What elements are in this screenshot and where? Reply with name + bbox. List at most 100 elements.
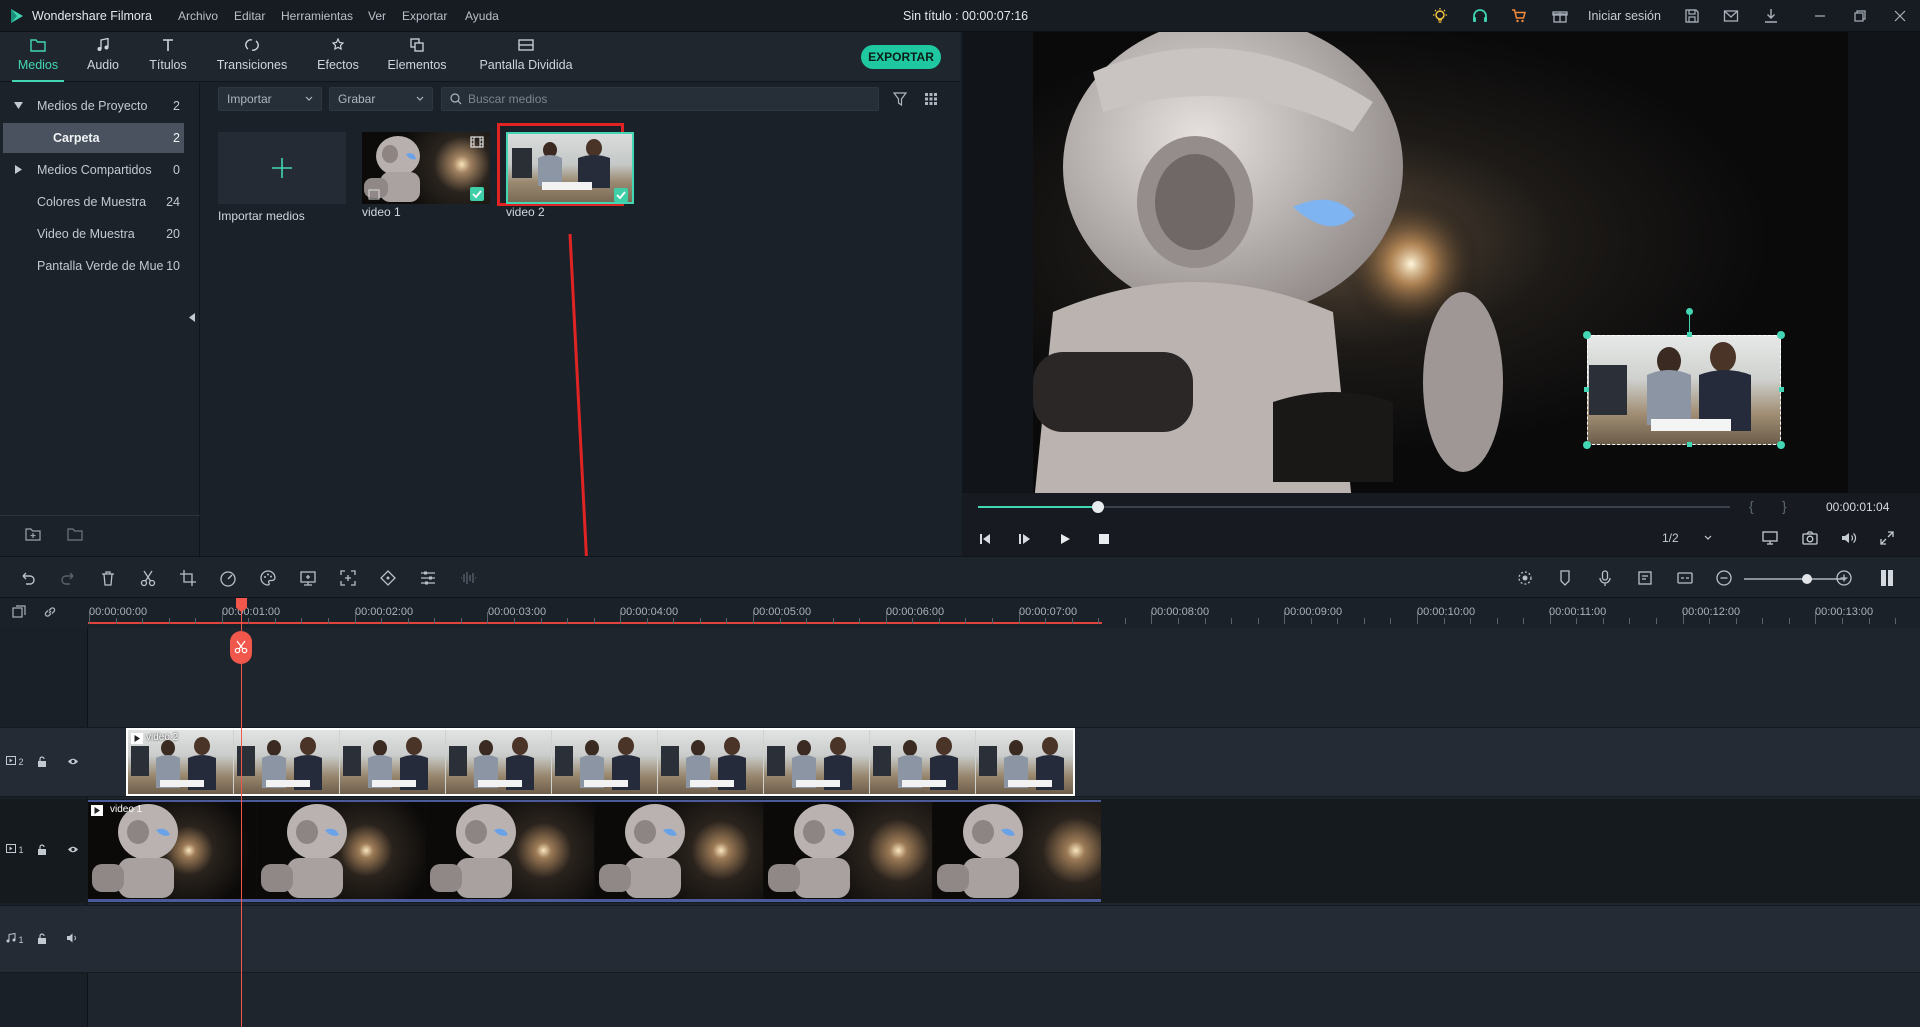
tab-elementos[interactable]: Elementos xyxy=(384,32,450,82)
split-handle[interactable] xyxy=(230,631,252,664)
resize-handle[interactable] xyxy=(1583,331,1591,339)
lock-icon[interactable] xyxy=(37,933,47,944)
cart-icon[interactable] xyxy=(1511,8,1527,24)
resize-handle[interactable] xyxy=(1777,441,1785,449)
import-media-tile[interactable] xyxy=(218,132,346,204)
play-icon xyxy=(131,733,143,744)
menu-archivo[interactable]: Archivo xyxy=(178,9,218,23)
previous-frame-icon[interactable] xyxy=(978,533,992,545)
link-icon[interactable] xyxy=(43,605,57,619)
gift-icon[interactable] xyxy=(1552,8,1568,24)
undo-icon[interactable] xyxy=(19,569,37,587)
menu-editar[interactable]: Editar xyxy=(234,9,265,23)
tab-medios[interactable]: Medios xyxy=(8,32,68,82)
marker-icon[interactable] xyxy=(1556,569,1574,587)
monitor-icon[interactable] xyxy=(1762,531,1778,545)
color-palette-icon[interactable] xyxy=(259,569,277,587)
stop-icon[interactable] xyxy=(1099,534,1109,544)
clip-video1[interactable]: video 1 xyxy=(88,800,1101,902)
tab-pantalla-dividida[interactable]: Pantalla Dividida xyxy=(476,32,576,82)
microphone-icon[interactable] xyxy=(1596,569,1614,587)
support-headset-icon[interactable] xyxy=(1472,8,1488,24)
menu-ayuda[interactable]: Ayuda xyxy=(465,9,499,23)
collapse-panel-icon[interactable] xyxy=(189,313,195,322)
play-slow-icon[interactable] xyxy=(1018,533,1032,545)
adjust-sliders-icon[interactable] xyxy=(419,569,437,587)
lock-icon[interactable] xyxy=(37,844,47,855)
speed-icon[interactable] xyxy=(219,569,237,587)
resize-handle[interactable] xyxy=(1779,387,1784,392)
sidebar-item-pantalla-verde[interactable]: Pantalla Verde de Mue 10 xyxy=(0,251,184,281)
video2-thumbnail[interactable] xyxy=(506,132,634,204)
sidebar-item-video-muestra[interactable]: Video de Muestra 20 xyxy=(0,219,184,249)
resize-handle[interactable] xyxy=(1687,332,1692,337)
sidebar-item-carpeta[interactable]: Carpeta 2 xyxy=(3,123,184,153)
folder-icon[interactable] xyxy=(67,527,83,541)
bulb-icon[interactable] xyxy=(1432,8,1448,24)
restore-icon[interactable] xyxy=(1852,8,1868,24)
resize-handle[interactable] xyxy=(1777,331,1785,339)
eye-icon[interactable] xyxy=(67,757,79,766)
delete-icon[interactable] xyxy=(99,569,117,587)
menu-herramientas[interactable]: Herramientas xyxy=(281,9,353,23)
mark-out-icon[interactable]: } xyxy=(1782,498,1787,514)
resize-handle[interactable] xyxy=(1583,441,1591,449)
mail-icon[interactable] xyxy=(1723,8,1739,24)
voiceover-mixer-icon[interactable] xyxy=(1636,569,1654,587)
save-icon[interactable] xyxy=(1684,8,1700,24)
close-icon[interactable] xyxy=(1892,8,1908,24)
tab-audio[interactable]: Audio xyxy=(78,32,128,82)
tab-efectos[interactable]: Efectos xyxy=(310,32,366,82)
redo-icon[interactable] xyxy=(59,569,77,587)
quality-dropdown[interactable]: 1/2 xyxy=(1656,528,1714,548)
import-dropdown[interactable]: Importar xyxy=(218,87,322,111)
play-icon[interactable] xyxy=(1059,533,1071,545)
volume-icon[interactable] xyxy=(1841,531,1857,545)
eye-icon[interactable] xyxy=(67,845,79,854)
resize-handle[interactable] xyxy=(1687,442,1692,447)
green-screen-icon[interactable] xyxy=(299,569,317,587)
fullscreen-icon[interactable] xyxy=(1880,531,1894,545)
zoom-in-icon[interactable] xyxy=(1835,569,1853,587)
timeline-ruler[interactable] xyxy=(0,598,1920,628)
resize-handle[interactable] xyxy=(1584,387,1589,392)
zoom-slider-track[interactable] xyxy=(1744,578,1846,580)
tab-titulos[interactable]: Títulos xyxy=(142,32,194,82)
new-folder-icon[interactable] xyxy=(25,527,41,541)
menu-exportar[interactable]: Exportar xyxy=(402,9,447,23)
record-dropdown[interactable]: Grabar xyxy=(329,87,433,111)
sidebar-item-medios-proyecto[interactable]: Medios de Proyecto 2 xyxy=(0,91,184,121)
sign-in-link[interactable]: Iniciar sesión xyxy=(1588,9,1661,23)
export-button[interactable]: EXPORTAR xyxy=(861,45,941,69)
progress-handle[interactable] xyxy=(1092,501,1105,513)
video-preview[interactable] xyxy=(962,32,1920,493)
search-field[interactable]: Buscar medios xyxy=(441,87,879,111)
menu-ver[interactable]: Ver xyxy=(368,9,386,23)
minimize-icon[interactable] xyxy=(1812,8,1828,24)
import-media-label: Importar medios xyxy=(218,209,305,223)
fit-frame-icon[interactable] xyxy=(339,569,357,587)
add-track-icon[interactable] xyxy=(12,605,26,619)
download-icon[interactable] xyxy=(1763,8,1779,24)
keyframe-icon[interactable] xyxy=(379,569,397,587)
filter-icon[interactable] xyxy=(893,92,907,106)
clip-video2[interactable]: video 2 xyxy=(126,728,1075,796)
render-preview-icon[interactable] xyxy=(1516,569,1534,587)
crop-icon[interactable] xyxy=(179,569,197,587)
speaker-icon[interactable] xyxy=(66,933,78,943)
mark-in-icon[interactable]: { xyxy=(1749,498,1754,514)
panel-toggle-icon[interactable] xyxy=(1880,569,1898,587)
sidebar-item-colores-muestra[interactable]: Colores de Muestra 24 xyxy=(0,187,184,217)
snapshot-camera-icon[interactable] xyxy=(1802,531,1818,545)
rotate-handle[interactable] xyxy=(1686,308,1693,315)
video1-thumbnail[interactable] xyxy=(362,132,490,204)
audio-waveform-icon[interactable] xyxy=(459,569,477,587)
grid-view-icon[interactable] xyxy=(924,92,938,106)
zoom-slider-handle[interactable] xyxy=(1802,574,1812,584)
zoom-out-icon[interactable] xyxy=(1715,569,1733,587)
tab-transiciones[interactable]: Transiciones xyxy=(214,32,290,82)
scissors-icon[interactable] xyxy=(139,569,157,587)
sidebar-item-medios-compartidos[interactable]: Medios Compartidos 0 xyxy=(0,155,184,185)
lock-icon[interactable] xyxy=(37,756,47,767)
subtitle-icon[interactable] xyxy=(1676,569,1694,587)
